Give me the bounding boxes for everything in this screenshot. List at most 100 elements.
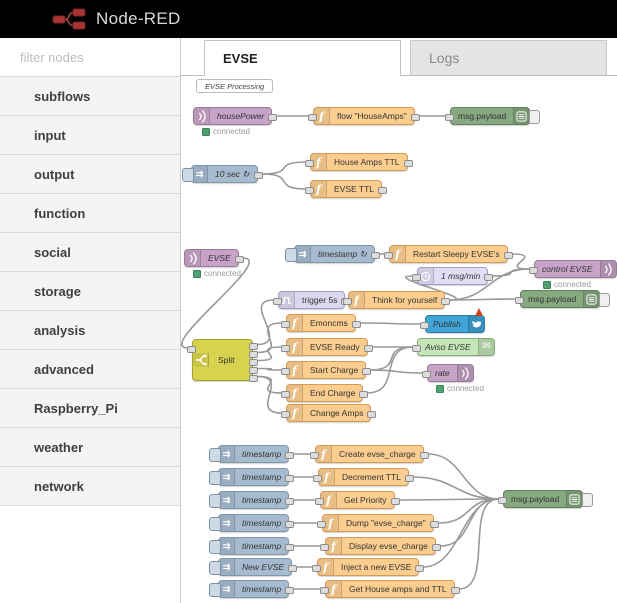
flow-node-aviso[interactable]: Aviso EVSE ✉ xyxy=(412,338,495,356)
port-input[interactable] xyxy=(315,498,324,505)
flow-node-ts1[interactable]: ⇉ timestamp xyxy=(209,445,295,463)
flow-node-tenSec[interactable]: ⇉ 10 sec ↻ xyxy=(182,165,263,183)
port-input[interactable] xyxy=(384,252,393,259)
port-input[interactable] xyxy=(281,411,290,418)
debug-toggle-button[interactable] xyxy=(582,493,594,507)
port-output-1[interactable] xyxy=(249,351,258,358)
flow-node-rate[interactable]: rate connected xyxy=(422,364,484,393)
flow-node-msgBottom[interactable]: msg.payload xyxy=(498,490,594,508)
inject-button[interactable] xyxy=(209,517,221,531)
port-output[interactable] xyxy=(503,252,513,259)
flow-node-emoncms[interactable]: f Emoncms xyxy=(281,314,361,332)
port-output[interactable] xyxy=(370,252,380,259)
inject-button[interactable] xyxy=(209,540,221,554)
sidebar-item-social[interactable]: social xyxy=(0,233,180,272)
debug-toggle-button[interactable] xyxy=(529,110,541,124)
flow-node-trigger5s[interactable]: trigger 5s xyxy=(273,291,351,309)
flow-node-msgmin[interactable]: 1 msg/min xyxy=(412,267,494,285)
inject-button[interactable] xyxy=(209,448,221,462)
port-output[interactable] xyxy=(431,544,441,551)
port-output[interactable] xyxy=(234,256,244,263)
port-output[interactable] xyxy=(390,498,400,505)
port-input[interactable] xyxy=(317,521,326,528)
filter-nodes-input[interactable] xyxy=(0,38,180,76)
flow-node-evse[interactable]: EVSE connected xyxy=(184,249,244,278)
port-output[interactable] xyxy=(285,521,295,528)
port-output[interactable] xyxy=(363,345,373,352)
port-input[interactable] xyxy=(529,267,538,274)
flow-node-ts3[interactable]: ⇉ timestamp xyxy=(209,491,295,509)
port-output[interactable] xyxy=(403,160,413,167)
port-output[interactable] xyxy=(285,544,295,551)
port-input[interactable] xyxy=(498,497,507,504)
debug-toggle-button[interactable] xyxy=(599,293,611,307)
inject-button[interactable] xyxy=(209,494,221,508)
sidebar-item-storage[interactable]: storage xyxy=(0,272,180,311)
flow-node-fn2[interactable]: f Decrement TTL xyxy=(313,468,414,486)
port-output[interactable] xyxy=(410,114,420,121)
port-input[interactable] xyxy=(187,346,196,353)
flow-node-ts7[interactable]: ⇉ timestamp xyxy=(209,580,295,598)
flow-node-flowHouseAmps[interactable]: f flow "HouseAmps" xyxy=(308,107,420,125)
flow-node-evseReady[interactable]: f EVSE Ready xyxy=(281,338,373,356)
flow-node-think[interactable]: f Think for yourself xyxy=(343,291,451,309)
flow-node-comment[interactable]: EVSE Processing xyxy=(196,79,274,93)
sidebar-item-raspberry-pi[interactable]: Raspberry_Pi xyxy=(0,389,180,428)
port-input[interactable] xyxy=(281,321,290,328)
inject-button[interactable] xyxy=(182,168,194,182)
port-output-0[interactable] xyxy=(249,343,258,350)
port-input[interactable] xyxy=(308,114,317,121)
flow-node-msgTop[interactable]: msg.payload xyxy=(445,107,541,125)
port-input[interactable] xyxy=(313,475,322,482)
flow-node-fn5[interactable]: f Display evse_charge xyxy=(320,537,441,555)
sidebar-item-analysis[interactable]: analysis xyxy=(0,311,180,350)
flow-node-publish[interactable]: Publish xyxy=(420,308,485,333)
flow-node-houseAmpsTTL[interactable]: f House Amps TTL xyxy=(305,153,413,171)
port-output[interactable] xyxy=(450,587,460,594)
port-output[interactable] xyxy=(362,368,372,375)
inject-button[interactable] xyxy=(285,248,297,262)
port-input[interactable] xyxy=(305,187,314,194)
port-input[interactable] xyxy=(305,160,314,167)
flow-node-controlEVSE[interactable]: control EVSE connected xyxy=(529,260,617,289)
port-output[interactable] xyxy=(441,298,451,305)
port-output[interactable] xyxy=(484,274,494,281)
sidebar-item-subflows[interactable]: subflows xyxy=(0,77,180,116)
sidebar-item-advanced[interactable]: advanced xyxy=(0,350,180,389)
flow-node-tsMid[interactable]: ⇉ timestamp ↻ xyxy=(285,245,380,263)
port-input[interactable] xyxy=(412,345,421,352)
flow-node-split[interactable]: Split xyxy=(187,339,258,382)
port-output[interactable] xyxy=(415,565,425,572)
port-input[interactable] xyxy=(312,565,321,572)
port-output-4[interactable] xyxy=(249,375,258,382)
flow-node-restart[interactable]: f Restart Sleepy EVSE's xyxy=(384,245,513,263)
flow-node-fn1[interactable]: f Create evse_charge xyxy=(310,445,429,463)
sidebar-item-function[interactable]: function xyxy=(0,194,180,233)
flow-node-ts4[interactable]: ⇉ timestamp xyxy=(209,514,295,532)
port-input[interactable] xyxy=(422,371,431,378)
port-input[interactable] xyxy=(320,544,329,551)
flow-node-ts2[interactable]: ⇉ timestamp xyxy=(209,468,295,486)
port-input[interactable] xyxy=(281,391,290,398)
port-input[interactable] xyxy=(310,452,319,459)
port-output[interactable] xyxy=(253,172,263,179)
port-output[interactable] xyxy=(285,475,295,482)
port-output[interactable] xyxy=(359,391,369,398)
port-output[interactable] xyxy=(288,565,298,572)
flow-node-evseTTL[interactable]: f EVSE TTL xyxy=(305,180,387,198)
port-input[interactable] xyxy=(515,297,524,304)
flow-node-fn3[interactable]: f Get Priority xyxy=(315,491,400,509)
port-input[interactable] xyxy=(281,345,290,352)
sidebar-item-input[interactable]: input xyxy=(0,116,180,155)
flow-node-fn7[interactable]: f Get House amps and TTL xyxy=(320,580,460,598)
flow-node-msgMid[interactable]: msg.payload xyxy=(515,290,611,308)
inject-button[interactable] xyxy=(209,583,221,597)
flow-node-fn4[interactable]: f Dump "evse_charge" xyxy=(317,514,439,532)
port-output[interactable] xyxy=(429,521,439,528)
flow-node-fn6[interactable]: f Inject a new EVSE xyxy=(312,558,425,576)
flow-node-endCharge[interactable]: f End Charge xyxy=(281,384,369,402)
port-output[interactable] xyxy=(419,452,429,459)
flow-node-startCharge[interactable]: f Start Charge xyxy=(281,361,372,379)
flow-node-ts6[interactable]: ⇉ New EVSE xyxy=(209,558,298,576)
port-input[interactable] xyxy=(273,298,282,305)
